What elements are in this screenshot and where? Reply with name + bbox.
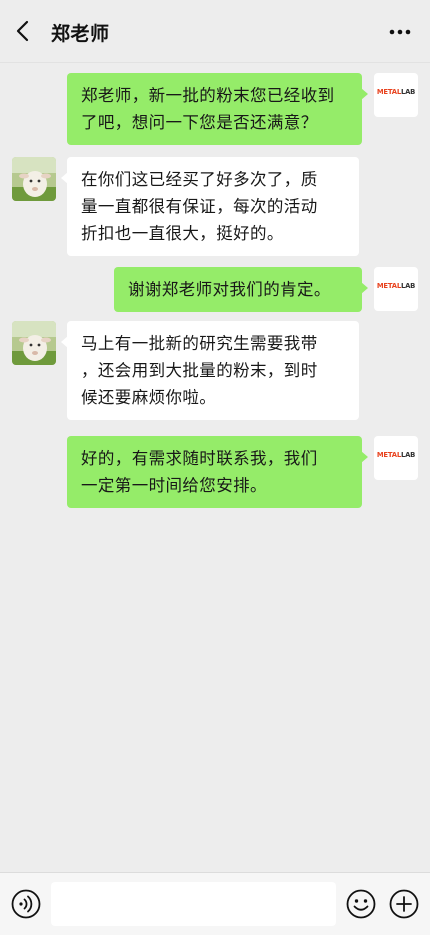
voice-button[interactable] <box>10 888 42 920</box>
message-text: 折扣也一直很大，挺好的。 <box>81 224 284 243</box>
message-text: 马上有一批新的研究生需要我带 <box>81 334 318 353</box>
message-text: 郑老师，新一批的粉末您已经收到 <box>81 86 335 105</box>
message-bubble-sent[interactable]: 郑老师，新一批的粉末您已经收到 了吧，想问一下您是否还满意？ <box>67 73 368 145</box>
message-text: 在你们这已经买了好多次了，质 <box>81 170 318 189</box>
chevron-left-icon <box>16 20 29 42</box>
more-button[interactable] <box>380 17 420 47</box>
my-avatar[interactable]: METALLAB <box>374 436 418 480</box>
message-text: 量一直都很有保证，每次的活动 <box>81 197 318 216</box>
emoji-button[interactable] <box>345 888 377 920</box>
message-input[interactable] <box>51 882 336 926</box>
my-avatar[interactable]: METALLAB <box>374 267 418 311</box>
contact-avatar[interactable] <box>12 321 56 365</box>
metallab-logo: METALLAB <box>376 451 416 459</box>
lamb-avatar-image <box>12 321 56 365</box>
input-bar <box>0 872 430 935</box>
metallab-logo: METALLAB <box>376 88 416 96</box>
chat-header: 郑老师 <box>0 0 430 63</box>
metallab-logo: METALLAB <box>376 282 416 290</box>
chat-title: 郑老师 <box>51 23 110 45</box>
message-text: 了吧，想问一下您是否还满意？ <box>81 113 318 132</box>
message-text: ，还会用到大批量的粉末，到时 <box>81 361 318 380</box>
message-text: 谢谢郑老师对我们的肯定。 <box>128 280 331 299</box>
my-avatar[interactable]: METALLAB <box>374 73 418 117</box>
back-button[interactable] <box>8 16 38 46</box>
plus-icon <box>389 889 419 919</box>
plus-button[interactable] <box>388 888 420 920</box>
message-text: 一定第一时间给您安排。 <box>81 476 267 495</box>
message-text: 候还要麻烦你啦。 <box>81 388 217 407</box>
message-bubble-sent[interactable]: 好的，有需求随时联系我，我们 一定第一时间给您安排。 <box>67 436 368 508</box>
contact-avatar[interactable] <box>12 157 56 201</box>
emoji-icon <box>346 889 376 919</box>
more-dots-icon <box>389 29 411 35</box>
message-bubble-received[interactable]: 在你们这已经买了好多次了，质 量一直都很有保证，每次的活动 折扣也一直很大，挺好… <box>61 157 359 256</box>
message-bubble-sent[interactable]: 谢谢郑老师对我们的肯定。 <box>114 267 368 312</box>
message-bubble-received[interactable]: 马上有一批新的研究生需要我带 ，还会用到大批量的粉末，到时 候还要麻烦你啦。 <box>61 321 359 420</box>
message-text: 好的，有需求随时联系我，我们 <box>81 449 318 468</box>
voice-icon <box>11 889 41 919</box>
lamb-avatar-image <box>12 157 56 201</box>
